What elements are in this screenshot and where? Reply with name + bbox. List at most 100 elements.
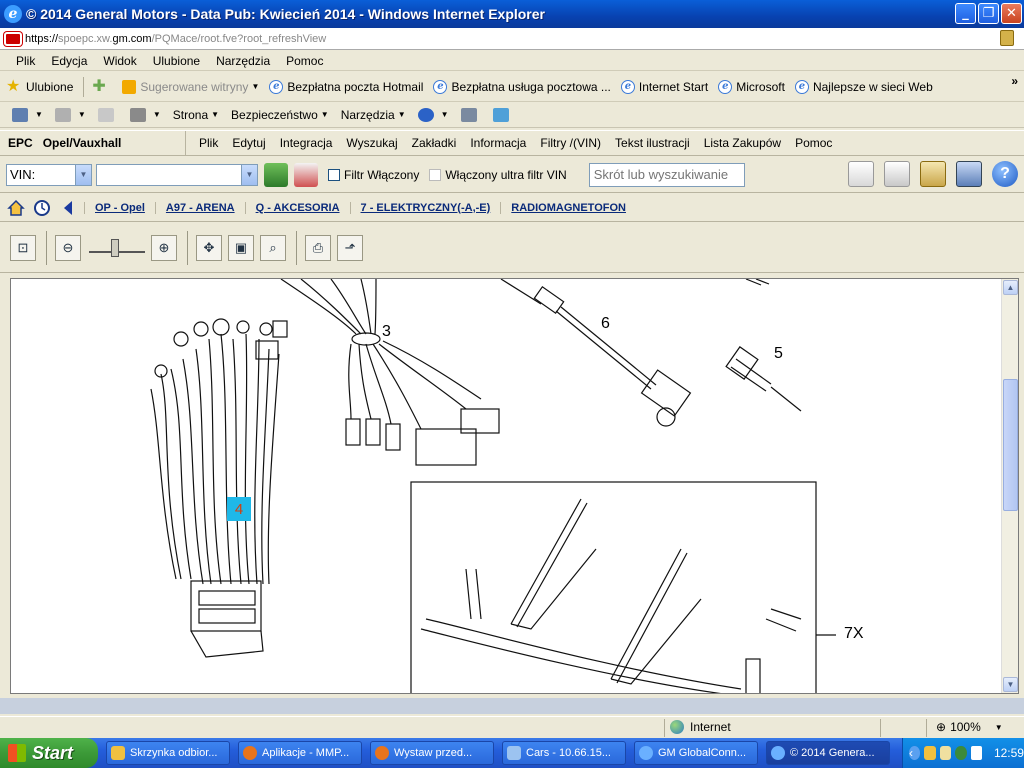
feeds-button[interactable]: ▼: [54, 107, 86, 122]
epc-menu-edytuj[interactable]: Edytuj: [225, 136, 272, 150]
breadcrumb-opel[interactable]: OP - Opel: [84, 201, 155, 214]
mail-button[interactable]: [97, 107, 118, 122]
home-icon[interactable]: [6, 198, 26, 218]
epc-menu-lista-zakupow[interactable]: Lista Zakupów: [697, 136, 788, 150]
back-arrow-icon[interactable]: [58, 198, 78, 218]
checkbox-box[interactable]: [429, 168, 442, 181]
diagram-label-3[interactable]: 3: [382, 323, 391, 341]
slider-thumb[interactable]: [111, 238, 119, 257]
fav-link-internet-start[interactable]: e Internet Start: [620, 79, 708, 94]
vertical-scrollbar[interactable]: ▲ ▼: [1001, 279, 1018, 693]
list-back-icon[interactable]: [848, 161, 874, 187]
select-area-icon[interactable]: ▣: [228, 234, 254, 261]
print-button[interactable]: ▼: [129, 107, 161, 122]
fit-page-button[interactable]: ⊡: [10, 234, 36, 261]
epc-menu-zakladki[interactable]: Zakładki: [405, 136, 464, 150]
document-red-icon[interactable]: [294, 162, 318, 187]
ultra-filter-checkbox[interactable]: Włączony ultra filtr VIN: [429, 168, 567, 182]
task-skrzynka[interactable]: Skrzynka odbior...: [106, 741, 230, 765]
url-text[interactable]: https://spoepc.xw.gm.com/PQMace/root.fve…: [25, 33, 326, 45]
clock[interactable]: 12:59: [994, 746, 1024, 760]
tray-expand-icon[interactable]: ‹: [909, 746, 921, 760]
messenger-button[interactable]: [492, 107, 513, 122]
tray-app-icon[interactable]: [955, 746, 967, 760]
favorites-overflow-icon[interactable]: »: [1011, 74, 1018, 88]
fav-link-poczta[interactable]: e Bezpłatna usługa pocztowa ...: [433, 79, 611, 94]
print-icon[interactable]: ⎙: [305, 234, 331, 261]
fav-link-najlepsze[interactable]: e Najlepsze w sieci Web: [794, 79, 933, 94]
clipboard-icon[interactable]: [920, 161, 946, 187]
zoom-slider[interactable]: [87, 235, 147, 261]
fav-link-hotmail[interactable]: e Bezpłatna poczta Hotmail: [269, 79, 423, 94]
minimize-button[interactable]: _: [955, 3, 976, 24]
research-button[interactable]: [460, 107, 481, 122]
scroll-up-icon[interactable]: ▲: [1003, 280, 1018, 295]
checkbox-box[interactable]: [328, 168, 340, 181]
illustration-pane[interactable]: 3 6 5 7X 4 ▲ ▼: [10, 278, 1019, 694]
task-epc-active[interactable]: © 2014 Genera...: [766, 741, 890, 765]
maximize-button[interactable]: ❐: [978, 3, 999, 24]
vehicle-icon[interactable]: [264, 162, 288, 187]
epc-menu-informacja[interactable]: Informacja: [463, 136, 533, 150]
epc-menu-tekst-ilustracji[interactable]: Tekst ilustracji: [608, 136, 697, 150]
add-favorite-button[interactable]: ✚: [92, 78, 112, 95]
help-menu[interactable]: ▼: [417, 107, 449, 122]
zoom-in-icon[interactable]: ⊕: [151, 234, 177, 261]
notes-icon[interactable]: [884, 161, 910, 187]
zoom-out-icon[interactable]: ⊖: [55, 234, 81, 261]
export-icon[interactable]: ⬏: [337, 234, 363, 261]
task-gm-globalconnect[interactable]: GM GlobalConn...: [634, 741, 758, 765]
suggested-sites[interactable]: Sugerowane witryny ▼: [122, 79, 259, 94]
scroll-down-icon[interactable]: ▼: [1003, 677, 1018, 692]
help-icon[interactable]: ?: [992, 161, 1018, 187]
breadcrumb-arena[interactable]: A97 - ARENA: [154, 201, 245, 214]
page-menu[interactable]: Strona ▼: [173, 108, 219, 122]
menu-narzedzia[interactable]: Narzędzia: [208, 54, 278, 68]
menu-widok[interactable]: Widok: [95, 54, 144, 68]
fav-link-microsoft[interactable]: e Microsoft: [718, 79, 785, 94]
lock-icon[interactable]: [1000, 30, 1014, 46]
close-button[interactable]: ✕: [1001, 3, 1022, 24]
quick-search-input[interactable]: [588, 162, 745, 187]
home-button[interactable]: ▼: [12, 107, 43, 122]
book-search-icon[interactable]: [956, 161, 982, 187]
vin-input[interactable]: ▼: [96, 163, 258, 186]
epc-menu-wyszukaj[interactable]: Wyszukaj: [339, 136, 404, 150]
diagram-label-6[interactable]: 6: [601, 315, 610, 333]
scroll-thumb[interactable]: [1003, 379, 1018, 511]
start-button[interactable]: Start: [0, 738, 98, 768]
zoom-level[interactable]: ⊕ 100% ▼: [936, 720, 1003, 734]
epc-menu-pomoc[interactable]: Pomoc: [788, 136, 839, 150]
pan-icon[interactable]: ✥: [196, 234, 222, 261]
epc-menu-integracja[interactable]: Integracja: [273, 136, 340, 150]
history-icon[interactable]: [32, 198, 52, 218]
task-aplikacje[interactable]: Aplikacje - MMP...: [238, 741, 362, 765]
security-menu[interactable]: Bezpieczeństwo ▼: [231, 108, 329, 122]
tray-app-icon[interactable]: [970, 746, 982, 760]
menu-pomoc[interactable]: Pomoc: [278, 54, 331, 68]
vin-type-select[interactable]: VIN: ▼: [6, 163, 92, 186]
chevron-down-icon[interactable]: ▼: [75, 164, 91, 185]
diagram-label-5[interactable]: 5: [774, 345, 783, 363]
favorites-button[interactable]: ★ Ulubione: [6, 78, 73, 95]
address-bar[interactable]: https://spoepc.xw.gm.com/PQMace/root.fve…: [0, 28, 1024, 50]
epc-menu-plik[interactable]: Plik: [192, 136, 225, 150]
tools-menu[interactable]: Narzędzia ▼: [341, 108, 406, 122]
diagram-label-7x[interactable]: 7X: [844, 625, 864, 643]
epc-menu-filtry[interactable]: Filtry /(VIN): [533, 136, 608, 150]
part-callout-4[interactable]: 4: [227, 497, 251, 521]
tray-app-icon[interactable]: [939, 746, 952, 760]
chevron-down-icon[interactable]: ▼: [241, 164, 257, 185]
security-zone[interactable]: Internet: [670, 720, 731, 734]
breadcrumb-radiomagnetofon[interactable]: RADIOMAGNETOFON: [500, 201, 636, 214]
task-wystaw[interactable]: Wystaw przed...: [370, 741, 494, 765]
tray-app-icon[interactable]: [924, 746, 936, 760]
menu-plik[interactable]: Plik: [8, 54, 43, 68]
zoom-area-icon[interactable]: ⌕: [260, 234, 286, 261]
breadcrumb-elektryczny[interactable]: 7 - ELEKTRYCZNY(-A,-E): [349, 201, 501, 214]
task-cars[interactable]: Cars - 10.66.15...: [502, 741, 626, 765]
menu-edycja[interactable]: Edycja: [43, 54, 95, 68]
breadcrumb-akcesoria[interactable]: Q - AKCESORIA: [244, 201, 350, 214]
menu-ulubione[interactable]: Ulubione: [145, 54, 208, 68]
filter-on-checkbox[interactable]: Filtr Włączony: [328, 168, 419, 182]
